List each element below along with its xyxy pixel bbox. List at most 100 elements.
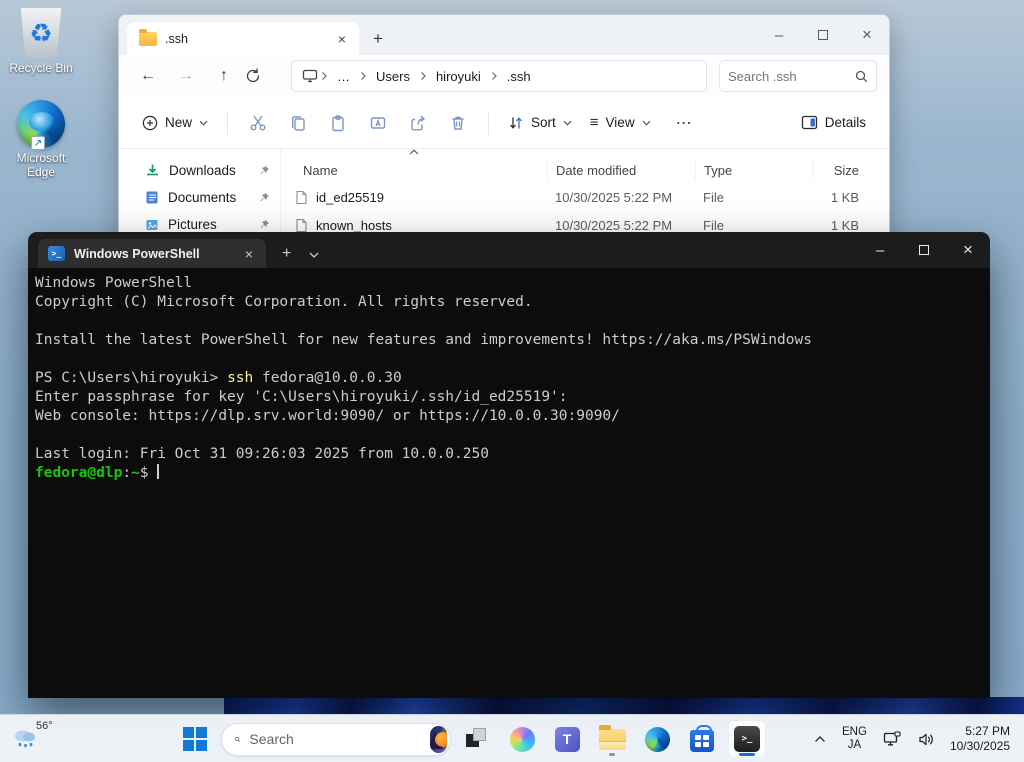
desktop-icon-recycle-bin[interactable]: ♻ Recycle Bin — [2, 8, 80, 75]
network-icon — [883, 731, 902, 747]
close-button[interactable]: × — [845, 15, 889, 55]
tab-close-icon[interactable]: × — [333, 31, 351, 47]
breadcrumb-item-hiroyuki[interactable]: hiroyuki — [429, 66, 488, 87]
sort-ascending-icon[interactable] — [409, 149, 419, 155]
cut-button[interactable] — [249, 114, 267, 132]
view-button[interactable]: ≡ View — [581, 107, 660, 138]
explorer-search-input[interactable] — [728, 69, 855, 84]
terminal-command-line: PS C:\Users\hiroyuki> ssh fedora@10.0.0.… — [35, 369, 982, 388]
desktop-icon-label: Microsoft Edge — [2, 151, 80, 179]
delete-button[interactable] — [449, 114, 467, 132]
copilot-icon — [510, 727, 535, 752]
new-button[interactable]: New — [133, 108, 217, 138]
this-pc-icon — [302, 69, 318, 83]
desktop-icon-microsoft-edge[interactable]: ↗ Microsoft Edge — [2, 100, 80, 179]
chevron-right-icon — [359, 71, 367, 81]
terminal-line: Enter passphrase for key 'C:\Users\hiroy… — [35, 388, 982, 407]
copy-button[interactable] — [289, 114, 307, 132]
terminal-line: Windows PowerShell — [35, 274, 982, 293]
chevron-right-icon — [490, 71, 498, 81]
microsoft-store-button[interactable] — [683, 720, 721, 758]
breadcrumb-item-ssh[interactable]: .ssh — [500, 66, 538, 87]
file-explorer-button[interactable] — [593, 720, 631, 758]
terminal-tab-title: Windows PowerShell — [74, 247, 240, 261]
up-button[interactable]: ↑ — [207, 67, 241, 85]
sidebar-item-downloads[interactable]: Downloads — [119, 157, 280, 184]
edge-button[interactable] — [638, 720, 676, 758]
breadcrumb-ellipsis[interactable]: … — [330, 66, 357, 87]
minimize-button[interactable]: – — [757, 15, 801, 55]
pin-icon — [259, 192, 270, 203]
terminal-tab[interactable]: >_ Windows PowerShell × — [38, 239, 266, 268]
search-icon — [855, 70, 868, 83]
new-tab-button[interactable]: + — [282, 245, 291, 263]
file-explorer-icon — [599, 729, 626, 750]
terminal-blank-line — [35, 426, 982, 445]
maximize-button[interactable] — [801, 15, 845, 55]
breadcrumb[interactable]: … Users hiroyuki .ssh — [291, 60, 707, 92]
column-header-size[interactable]: Size — [813, 160, 889, 180]
terminal-window: >_ Windows PowerShell × + – × Windows Po… — [28, 232, 990, 698]
sort-icon — [508, 115, 524, 131]
minimize-button[interactable]: – — [858, 232, 902, 268]
running-indicator — [609, 753, 615, 756]
sort-button[interactable]: Sort — [499, 108, 581, 138]
taskbar-clock[interactable]: 5:27 PM 10/30/2025 — [946, 724, 1018, 754]
search-highlight-image[interactable] — [430, 726, 447, 753]
file-icon — [295, 218, 308, 233]
new-button-label: New — [165, 115, 192, 130]
share-button[interactable] — [409, 114, 427, 132]
column-header-type[interactable]: Type — [695, 160, 813, 180]
terminal-button[interactable]: >_ — [728, 720, 766, 758]
column-header-date-modified[interactable]: Date modified — [547, 160, 695, 180]
sidebar-item-documents[interactable]: Documents — [119, 184, 280, 211]
rename-button[interactable] — [369, 114, 387, 132]
table-row[interactable]: id_ed25519 10/30/2025 5:22 PM File 1 KB — [281, 183, 889, 211]
back-button[interactable]: ← — [131, 67, 165, 85]
teams-button[interactable]: T — [548, 720, 586, 758]
terminal-blank-line — [35, 312, 982, 331]
explorer-tab[interactable]: .ssh × — [127, 22, 359, 55]
new-tab-button[interactable]: + — [373, 29, 383, 49]
tray-overflow-button[interactable] — [809, 731, 831, 747]
breadcrumb-item-users[interactable]: Users — [369, 66, 417, 87]
tab-dropdown-button[interactable] — [309, 252, 319, 258]
terminal-line: Last login: Fri Oct 31 09:26:03 2025 fro… — [35, 445, 982, 464]
documents-icon — [145, 190, 159, 205]
taskbar-search-input[interactable] — [249, 731, 430, 747]
teams-icon: T — [555, 727, 580, 752]
network-button[interactable] — [878, 727, 907, 751]
close-icon: × — [963, 240, 973, 260]
file-name: id_ed25519 — [316, 190, 384, 205]
downloads-icon — [145, 163, 160, 178]
terminal-prompt-line: fedora@dlp:~$ — [35, 464, 982, 483]
refresh-button[interactable] — [245, 68, 279, 84]
column-header-name[interactable]: Name — [295, 160, 547, 180]
maximize-button[interactable] — [902, 232, 946, 268]
forward-button[interactable]: → — [169, 67, 203, 85]
explorer-search-box[interactable] — [719, 60, 877, 92]
task-view-button[interactable] — [458, 720, 496, 758]
terminal-content[interactable]: Windows PowerShell Copyright (C) Microso… — [28, 268, 990, 698]
tab-close-icon[interactable]: × — [240, 246, 258, 262]
desktop-icon-label: Recycle Bin — [2, 61, 80, 75]
copilot-button[interactable] — [503, 720, 541, 758]
plus-circle-icon — [142, 115, 158, 131]
start-button[interactable] — [176, 720, 214, 758]
language-indicator[interactable]: ENG JA — [837, 726, 872, 752]
more-options-button[interactable]: ⋯ — [676, 113, 693, 133]
close-button[interactable]: × — [946, 232, 990, 268]
clock-time: 5:27 PM — [950, 724, 1010, 739]
weather-widget[interactable]: 56° — [8, 718, 72, 760]
sidebar-item-label: Pictures — [168, 217, 217, 232]
volume-button[interactable] — [913, 728, 940, 751]
details-button[interactable]: Details — [792, 108, 875, 137]
file-size: 1 KB — [813, 218, 889, 233]
pumpkin-icon — [435, 732, 447, 747]
paste-button[interactable] — [329, 114, 347, 132]
remote-user-host: fedora@dlp — [35, 465, 122, 481]
recycle-symbol-icon: ♻ — [29, 20, 52, 46]
minimize-icon: – — [775, 27, 783, 44]
taskbar-search[interactable] — [221, 723, 451, 756]
details-button-label: Details — [825, 115, 866, 130]
